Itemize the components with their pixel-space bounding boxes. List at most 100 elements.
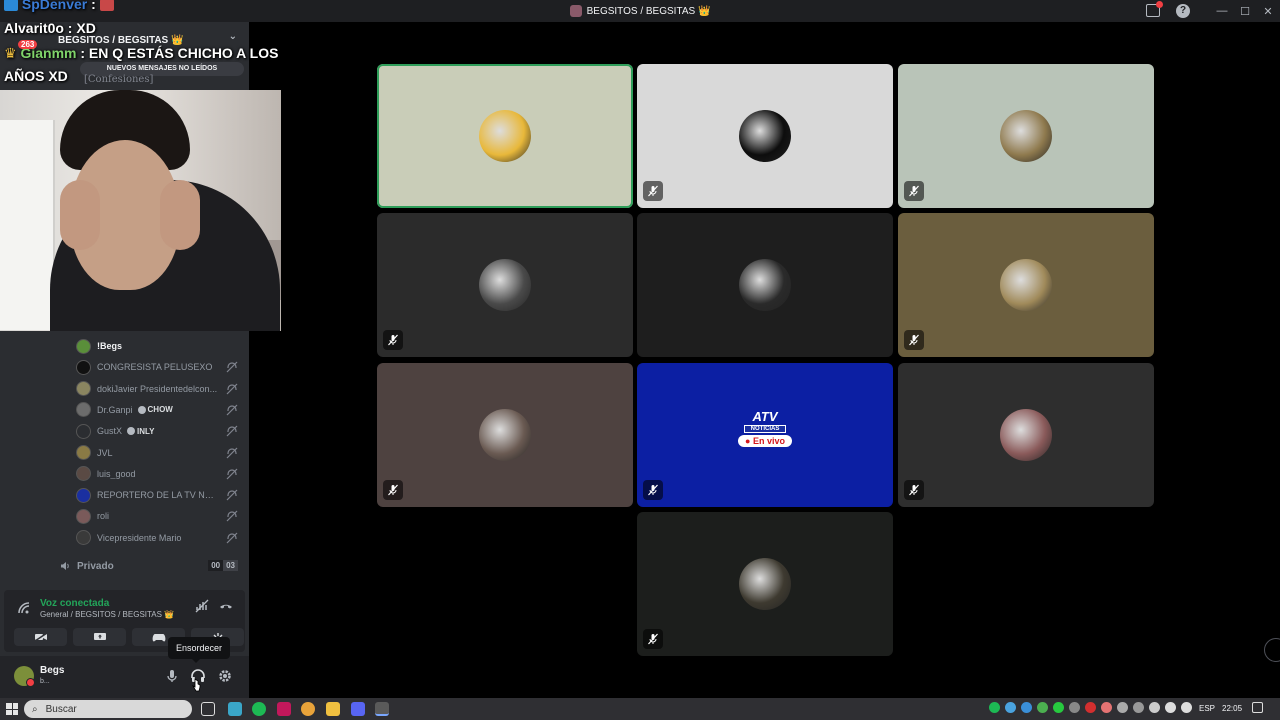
deafened-icon [226, 361, 238, 373]
clan-tag: INLY [127, 427, 155, 436]
signal-icon[interactable] [18, 602, 32, 614]
deafened-icon [226, 510, 238, 522]
close-button[interactable]: ✕ [1256, 0, 1280, 22]
avatar [1000, 259, 1052, 311]
taskbar-app-icon[interactable] [228, 702, 242, 716]
tag-icon [137, 405, 146, 414]
discord-icon[interactable] [351, 702, 365, 716]
participant-tile[interactable] [898, 363, 1154, 507]
avatar [739, 110, 791, 162]
member-row[interactable]: CONGRESISTA PELUSEXO [76, 357, 246, 377]
maximize-button[interactable]: ☐ [1233, 0, 1257, 22]
mic-muted-indicator [383, 330, 403, 350]
participant-tile[interactable] [898, 64, 1154, 208]
tray-icon[interactable] [1117, 702, 1128, 713]
minimize-button[interactable]: — [1210, 0, 1234, 22]
inbox-icon[interactable] [1146, 1, 1163, 17]
tray-icon[interactable] [1101, 702, 1112, 713]
avatar[interactable] [14, 666, 35, 687]
disconnect-icon[interactable] [218, 598, 234, 614]
participant-tile[interactable] [637, 64, 893, 208]
microphone-tray-icon[interactable] [1149, 702, 1160, 713]
screen-share-button[interactable] [73, 628, 126, 646]
mic-muted-icon [648, 484, 658, 496]
server-icon [569, 5, 582, 17]
file-explorer-icon[interactable] [326, 702, 340, 716]
title-bar: BEGSITOS / BEGSITAS 👑 ? — ☐ ✕ [0, 0, 1280, 22]
expand-panel-button[interactable] [1264, 638, 1280, 662]
member-row[interactable]: !Begs [76, 336, 246, 356]
search-input: Buscar [45, 703, 77, 715]
noise-suppression-icon[interactable] [194, 598, 210, 614]
mic-muted-icon [909, 185, 919, 197]
tag-icon [127, 427, 136, 436]
chrome-icon[interactable] [301, 702, 315, 716]
tooltip: Ensordecer [168, 637, 231, 663]
member-name: Vicepresidente Mario [97, 532, 182, 543]
spotify-icon[interactable] [252, 702, 266, 716]
member-row[interactable]: REPORTERO DE LA TV NOT... [76, 485, 246, 505]
participant-tile[interactable] [377, 64, 633, 208]
participant-tile[interactable] [377, 213, 633, 357]
camera-button[interactable] [14, 628, 67, 646]
gear-icon[interactable] [217, 668, 233, 684]
participant-tile[interactable] [898, 213, 1154, 357]
member-row[interactable]: GustX INLY [76, 421, 246, 441]
member-name: REPORTERO DE LA TV NOT... [97, 490, 219, 501]
chat-message: : EN Q ESTÁS CHICHO A LOS [76, 45, 279, 61]
tray-spotify-icon[interactable] [989, 702, 1000, 713]
participant-tile[interactable]: ATV NOTICIAS ● En vivo [637, 363, 893, 507]
task-view-icon[interactable] [201, 702, 215, 716]
microphone-icon[interactable] [164, 668, 180, 684]
mic-muted-indicator [643, 480, 663, 500]
member-row[interactable]: Dr.Ganpi CHOW [76, 400, 246, 420]
avatar [1000, 409, 1052, 461]
voice-channel-privado[interactable]: Privado 00 03 [60, 558, 242, 574]
tray-icon[interactable] [1069, 702, 1080, 713]
gamepad-icon [152, 634, 165, 642]
avatar [76, 508, 91, 524]
tray-icon[interactable] [1005, 702, 1016, 713]
notifications-icon[interactable] [1252, 702, 1263, 713]
mic-muted-indicator [643, 181, 663, 201]
volume-icon[interactable] [1181, 702, 1192, 713]
member-row[interactable]: luis_good [76, 464, 246, 484]
webcam-feed [0, 90, 281, 331]
member-row[interactable]: Vicepresidente Mario [76, 528, 246, 548]
user-count: 00 [208, 560, 224, 571]
taskbar-app-icon[interactable] [277, 702, 291, 716]
chat-badge-icon [4, 0, 18, 12]
clock[interactable]: 22:05 [1222, 704, 1242, 713]
tray-icon[interactable] [1037, 702, 1048, 713]
mic-muted-icon [909, 334, 919, 346]
windows-start-icon[interactable] [6, 703, 18, 715]
mic-muted-indicator [904, 480, 924, 500]
participant-tile[interactable] [377, 363, 633, 507]
obs-icon[interactable] [375, 702, 389, 716]
tray-icon[interactable] [1053, 702, 1064, 713]
voice-status[interactable]: Voz conectada [40, 598, 109, 609]
tray-icon[interactable] [1133, 702, 1144, 713]
avatar [76, 423, 91, 439]
username[interactable]: Begs [40, 665, 64, 676]
network-icon[interactable] [1165, 702, 1176, 713]
participant-tile[interactable] [637, 512, 893, 656]
tray-icon[interactable] [1021, 702, 1032, 713]
search-icon: ⌕ [32, 703, 38, 715]
mic-muted-icon [648, 633, 658, 645]
clan-tag: CHOW [137, 405, 173, 414]
language-indicator[interactable]: ESP [1199, 704, 1215, 713]
help-icon[interactable]: ? [1176, 4, 1190, 18]
live-badge: ● En vivo [738, 435, 792, 447]
taskbar-search[interactable]: ⌕ Buscar [24, 700, 192, 718]
member-row[interactable]: dokiJavier Presidentedelcon... [76, 379, 246, 399]
screen-share-icon [93, 633, 106, 640]
channel-confesiones[interactable]: [Confesiones] [84, 74, 153, 85]
participant-tile[interactable] [637, 213, 893, 357]
member-row[interactable]: JVL [76, 443, 246, 463]
avatar [76, 466, 91, 482]
avatar [1000, 110, 1052, 162]
member-row[interactable]: roli [76, 506, 246, 526]
tray-icon[interactable] [1085, 702, 1096, 713]
voice-location: General / BEGSITOS / BEGSITAS 👑 [40, 610, 175, 619]
